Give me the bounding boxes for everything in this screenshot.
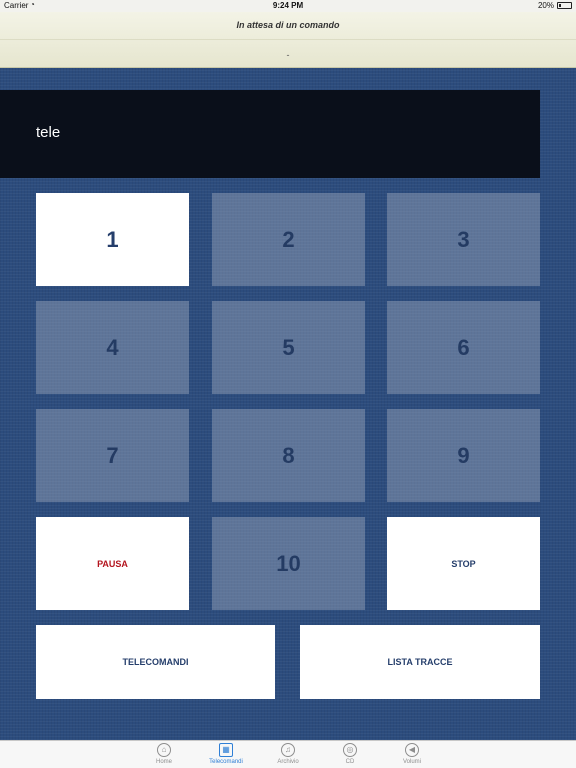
command-display: tele (0, 90, 540, 178)
key-3[interactable]: 3 (387, 193, 540, 286)
tab-archivio[interactable]: ♫ Archivio (258, 743, 318, 765)
status-bar: Carrier ◔ 9:24 PM 20% (0, 0, 576, 12)
key-7[interactable]: 7 (36, 409, 189, 502)
grid-icon: ▦ (219, 743, 233, 757)
tab-telecomandi[interactable]: ▦ Telecomandi (196, 743, 256, 765)
cd-icon: ◎ (343, 743, 357, 757)
tab-bar: ⌂ Home ▦ Telecomandi ♫ Archivio ◎ CD ◀ V… (0, 740, 576, 768)
tracklist-button[interactable]: LISTA TRACCE (300, 625, 540, 699)
key-6[interactable]: 6 (387, 301, 540, 394)
stop-button[interactable]: STOP (387, 517, 540, 610)
key-10[interactable]: 10 (212, 517, 365, 610)
clock: 9:24 PM (272, 1, 304, 10)
remotes-button[interactable]: TELECOMANDI (36, 625, 275, 699)
pause-button[interactable]: PAUSA (36, 517, 189, 610)
tab-telecomandi-label: Telecomandi (209, 759, 243, 765)
tab-volumi[interactable]: ◀ Volumi (382, 743, 442, 765)
tab-cd-label: CD (345, 759, 355, 765)
speaker-icon: ◀ (405, 743, 419, 757)
music-note-icon: ♫ (281, 743, 295, 757)
key-4[interactable]: 4 (36, 301, 189, 394)
key-1[interactable]: 1 (36, 193, 189, 286)
key-8[interactable]: 8 (212, 409, 365, 502)
tab-home[interactable]: ⌂ Home (134, 743, 194, 765)
tab-archivio-label: Archivio (277, 759, 299, 765)
battery-percentage: 20% (537, 1, 554, 10)
tab-home-label: Home (155, 759, 172, 765)
status-message: In attesa di un comando (236, 20, 340, 30)
track-info: - (286, 50, 290, 60)
header-divider (0, 39, 576, 40)
tab-cd[interactable]: ◎ CD (320, 743, 380, 765)
player-header: In attesa di un comando - (0, 12, 576, 68)
display-text: tele (36, 124, 61, 141)
tab-volumi-label: Volumi (402, 759, 421, 765)
remote-control-panel: tele 1 2 3 4 5 6 7 8 9 PAUSA 10 STOP TEL… (0, 68, 576, 740)
key-9[interactable]: 9 (387, 409, 540, 502)
home-icon: ⌂ (157, 743, 171, 757)
key-2[interactable]: 2 (212, 193, 365, 286)
key-5[interactable]: 5 (212, 301, 365, 394)
battery-icon (557, 2, 572, 9)
